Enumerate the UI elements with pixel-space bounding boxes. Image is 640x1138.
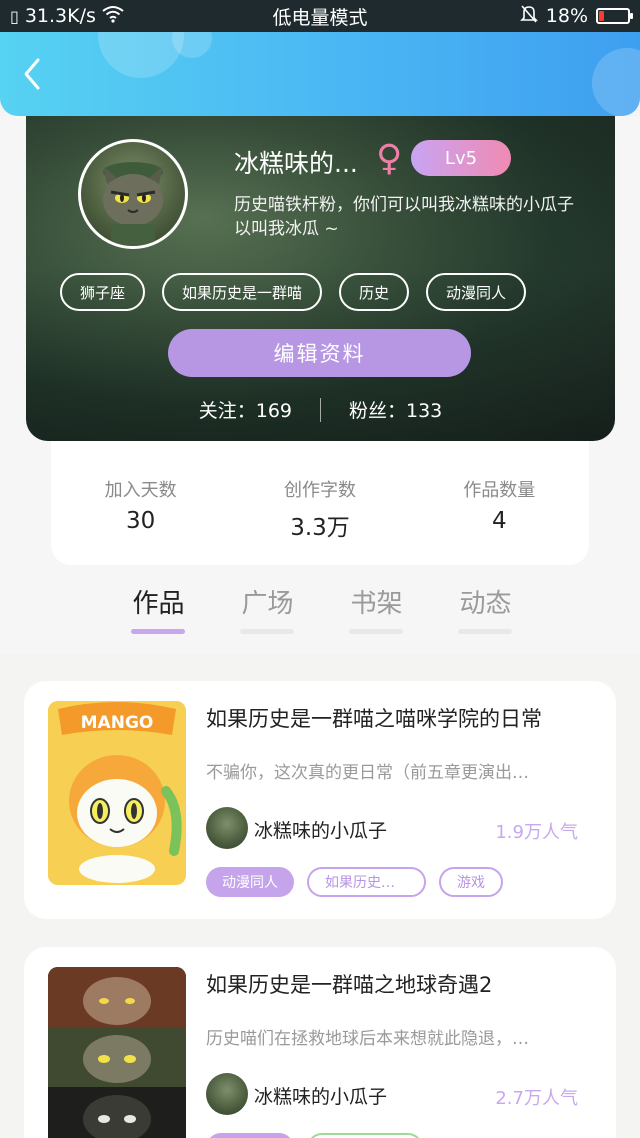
stat-works-count: 作品数量 4 xyxy=(410,441,589,565)
tab-underline xyxy=(240,629,294,634)
cat-avatar-icon xyxy=(103,162,163,246)
popularity-count: 1.9万人气 xyxy=(495,822,578,843)
work-tag-chip[interactable] xyxy=(206,1133,294,1138)
bio-line-2: 以叫我冰瓜 ~ xyxy=(234,219,339,239)
tag-chip[interactable]: 动漫同人 xyxy=(426,273,527,311)
stat-label: 加入天数 xyxy=(104,480,177,501)
author-name[interactable]: 冰糕味的小瓜子 xyxy=(254,1082,387,1109)
mute-bell-icon xyxy=(519,4,538,29)
profile-card: 冰糕味的... ♀ Lv5 历史喵铁杆粉，你们可以叫我冰糕味的小瓜子 以叫我冰瓜… xyxy=(26,96,615,441)
work-description: 不骗你，这次真的更日常（前五章更演出… xyxy=(206,763,529,783)
work-description: 历史喵们在拯救地球后本来想就此隐退，… xyxy=(206,1029,529,1049)
tag-chip[interactable]: 历史 xyxy=(339,273,410,311)
tab-underline xyxy=(349,629,403,634)
work-card[interactable]: MANGO 如果历史是一群喵之喵咪学院的日常 不骗你，这次真的更日常（前五章更演… xyxy=(24,681,616,919)
bio-line-1: 历史喵铁杆粉，你们可以叫我冰糕味的小瓜子 xyxy=(234,195,574,215)
author-name[interactable]: 冰糕味的小瓜子 xyxy=(254,816,387,843)
tab-label: 作品 xyxy=(132,589,185,619)
work-tag-chip[interactable] xyxy=(307,1133,423,1138)
followers-count[interactable]: 粉丝：133 xyxy=(349,396,442,423)
wifi-icon xyxy=(102,5,124,28)
female-icon: ♀ xyxy=(376,138,403,179)
user-bio: 历史喵铁杆粉，你们可以叫我冰糕味的小瓜子 以叫我冰瓜 ~ xyxy=(234,193,614,241)
tab-activity[interactable]: 动态 xyxy=(431,583,540,635)
following-count[interactable]: 关注：169 xyxy=(199,396,292,423)
back-button[interactable] xyxy=(18,54,58,94)
network-speed: 31.3K/s xyxy=(24,5,96,27)
stat-label: 创作字数 xyxy=(283,480,356,501)
cats-cover-icon xyxy=(48,967,186,1138)
work-tags: 动漫同人 如果历史… 游戏 xyxy=(206,867,503,897)
stat-value: 30 xyxy=(126,508,156,534)
work-title[interactable]: 如果历史是一群喵之地球奇遇2 xyxy=(206,969,492,999)
stat-value: 4 xyxy=(492,508,507,534)
avatar[interactable] xyxy=(206,1073,248,1115)
stat-label: 作品数量 xyxy=(463,480,536,501)
tab-label: 动态 xyxy=(459,589,512,619)
avatar[interactable] xyxy=(78,139,188,249)
tab-label: 书架 xyxy=(350,589,403,619)
content-tabs: 作品 广场 书架 动态 xyxy=(104,583,540,635)
tag-chip[interactable]: 狮子座 xyxy=(60,273,146,311)
battery-icon xyxy=(596,8,633,24)
level-badge: Lv5 xyxy=(411,140,511,176)
tag-chip[interactable]: 如果历史是一群喵 xyxy=(162,273,323,311)
work-card[interactable]: 如果历史是一群喵之地球奇遇2 历史喵们在拯救地球后本来想就此隐退，… 冰糕味的小… xyxy=(24,947,616,1138)
work-cover[interactable] xyxy=(48,967,186,1138)
stat-value: 3.3万 xyxy=(290,515,350,541)
divider xyxy=(320,397,321,422)
work-title[interactable]: 如果历史是一群喵之喵咪学院的日常 xyxy=(206,703,542,733)
follow-stats: 关注：169 粉丝：133 xyxy=(26,396,615,423)
edit-profile-button[interactable]: 编辑资料 xyxy=(168,329,471,377)
chevron-left-icon xyxy=(24,58,40,90)
status-bar: ▯ 31.3K/s 低电量模式 18% xyxy=(0,0,640,32)
tab-label: 广场 xyxy=(241,589,294,619)
avatar[interactable] xyxy=(206,807,248,849)
work-tag-chip[interactable]: 动漫同人 xyxy=(206,867,294,897)
work-cover[interactable]: MANGO xyxy=(48,701,186,885)
battery-percent: 18% xyxy=(545,5,588,27)
stats-card: 加入天数 30 创作字数 3.3万 作品数量 4 xyxy=(51,441,589,565)
work-tags xyxy=(206,1133,423,1138)
stat-join-days: 加入天数 30 xyxy=(51,441,230,565)
interest-tags: 狮子座 如果历史是一群喵 历史 动漫同人 xyxy=(60,273,527,311)
decorative-bubble xyxy=(592,48,640,116)
tab-underline xyxy=(458,629,512,634)
username: 冰糕味的... xyxy=(234,149,358,178)
tab-square[interactable]: 广场 xyxy=(213,583,322,635)
sim-icon: ▯ xyxy=(10,6,19,26)
tab-works[interactable]: 作品 xyxy=(104,583,213,635)
work-tag-chip[interactable]: 如果历史… xyxy=(307,867,426,897)
stat-word-count: 创作字数 3.3万 xyxy=(230,441,409,565)
work-tag-chip[interactable]: 游戏 xyxy=(439,867,503,897)
header-bar xyxy=(0,32,640,116)
popularity-count: 2.7万人气 xyxy=(495,1088,578,1109)
low-power-mode-label: 低电量模式 xyxy=(272,6,368,29)
mango-cat-cover-icon: MANGO xyxy=(48,701,186,885)
tab-underline xyxy=(131,629,185,634)
cover-text: MANGO xyxy=(81,713,154,733)
tab-bookshelf[interactable]: 书架 xyxy=(322,583,431,635)
